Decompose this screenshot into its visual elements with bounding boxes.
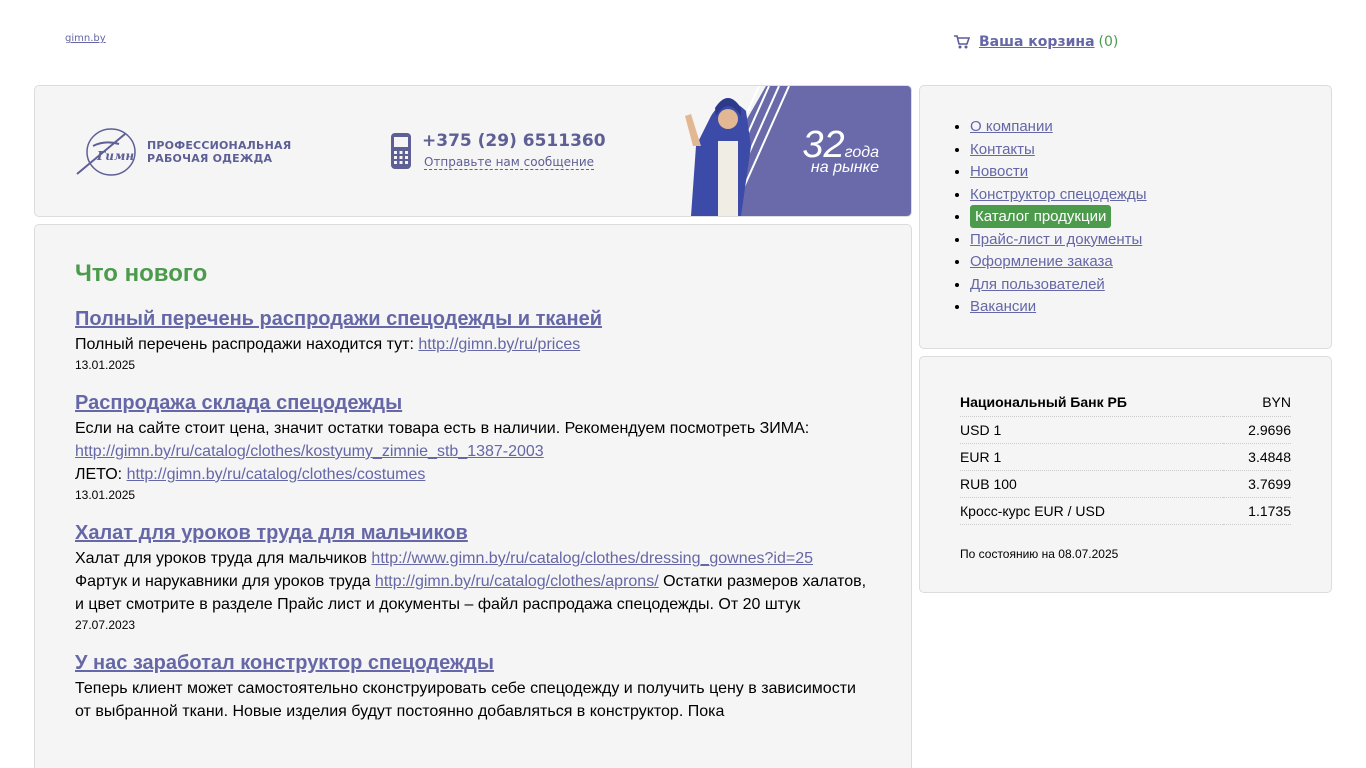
menu-link-news[interactable]: Новости bbox=[970, 163, 1028, 180]
mobile-phone-icon bbox=[391, 132, 411, 169]
site-home-link[interactable]: gimn.by bbox=[65, 33, 106, 44]
news-item-link[interactable]: http://gimn.by/ru/catalog/clothes/costum… bbox=[127, 466, 426, 483]
news-item-title[interactable]: Распродажа склада спецодежды bbox=[75, 392, 402, 415]
table-row: USD 1 2.9696 bbox=[960, 416, 1291, 444]
send-message-link[interactable]: Отправьте нам сообщение bbox=[424, 155, 595, 170]
rates-header-row: Национальный Банк РБ BYN bbox=[960, 389, 1291, 417]
menu-link-users[interactable]: Для пользователей bbox=[970, 276, 1105, 293]
menu-link-about[interactable]: О компании bbox=[970, 118, 1053, 135]
menu-link-contacts[interactable]: Контакты bbox=[970, 141, 1035, 158]
news-item-link[interactable]: http://gimn.by/ru/catalog/clothes/kostyu… bbox=[75, 443, 544, 460]
rates-source: Национальный Банк РБ bbox=[960, 389, 1224, 417]
cart-icon bbox=[954, 35, 971, 49]
news-section: Что нового Полный перечень распродажи сп… bbox=[34, 224, 912, 768]
news-item: У нас заработал конструктор спецодежды Т… bbox=[75, 652, 871, 723]
rates-date: По состоянию на 08.07.2025 bbox=[960, 546, 1119, 561]
news-item-title[interactable]: Халат для уроков труда для мальчиков bbox=[75, 522, 468, 545]
cart-link[interactable]: Ваша корзина bbox=[979, 34, 1095, 50]
menu-item-pricelist: Прайс-лист и документы bbox=[970, 229, 1291, 252]
news-item-date: 13.01.2025 bbox=[75, 488, 136, 502]
rates-currency: BYN bbox=[1223, 389, 1291, 417]
phone-block: +375 (29) 6511360 Отправьте нам сообщени… bbox=[390, 131, 606, 170]
exchange-rates: Национальный Банк РБ BYN USD 1 2.9696 EU… bbox=[919, 356, 1332, 593]
banner-market-text: на рынке bbox=[810, 159, 879, 176]
menu-item-about: О компании bbox=[970, 116, 1291, 139]
news-item-text: Халат для уроков труда для мальчиков htt… bbox=[75, 550, 867, 613]
menu-link-vacancies[interactable]: Вакансии bbox=[970, 298, 1036, 315]
menu-link-order[interactable]: Оформление заказа bbox=[970, 253, 1113, 270]
rate-value: 1.1735 bbox=[1223, 497, 1291, 525]
news-item-title[interactable]: Полный перечень распродажи спецодежды и … bbox=[75, 308, 602, 331]
news-item-text: Если на сайте стоит цена, значит остатки… bbox=[75, 420, 810, 483]
logo-line-1: ПРОФЕССИОНАЛЬНАЯ bbox=[147, 139, 292, 152]
menu-link-pricelist[interactable]: Прайс-лист и документы bbox=[970, 231, 1142, 248]
news-item: Распродажа склада спецодежды Если на сай… bbox=[75, 392, 871, 502]
table-row: EUR 1 3.4848 bbox=[960, 443, 1291, 471]
rate-name: EUR 1 bbox=[960, 443, 1224, 471]
menu-link-constructor[interactable]: Конструктор спецодежды bbox=[970, 186, 1147, 203]
rates-table: Национальный Банк РБ BYN USD 1 2.9696 EU… bbox=[960, 389, 1291, 525]
rate-value: 3.7699 bbox=[1223, 470, 1291, 498]
logo[interactable]: Гимн ПРОФЕССИОНАЛЬНАЯ РАБОЧАЯ ОДЕЖДА bbox=[75, 126, 291, 178]
menu-link-catalog[interactable]: Каталог продукции bbox=[970, 205, 1112, 228]
news-item-link[interactable]: http://gimn.by/ru/prices bbox=[418, 336, 580, 353]
phone-number: +375 (29) 6511360 bbox=[422, 131, 606, 151]
svg-text:Гимн: Гимн bbox=[96, 149, 134, 163]
menu-item-vacancies: Вакансии bbox=[970, 296, 1291, 319]
news-item-date: 13.01.2025 bbox=[75, 358, 136, 372]
menu-item-order: Оформление заказа bbox=[970, 251, 1291, 274]
site-header: Гимн ПРОФЕССИОНАЛЬНАЯ РАБОЧАЯ ОДЕЖДА +37… bbox=[34, 85, 912, 217]
news-item: Халат для уроков труда для мальчиков Хал… bbox=[75, 522, 871, 632]
news-item-text: Полный перечень распродажи находится тут… bbox=[75, 336, 581, 353]
news-heading: Что нового bbox=[75, 260, 208, 287]
news-item: Полный перечень распродажи спецодежды и … bbox=[75, 308, 871, 372]
table-row: Кросс-курс EUR / USD 1.1735 bbox=[960, 497, 1291, 525]
table-row: RUB 100 3.7699 bbox=[960, 470, 1291, 498]
cart[interactable]: Ваша корзина (0) bbox=[953, 34, 1118, 50]
logo-icon: Гимн bbox=[76, 128, 136, 176]
menu-item-catalog: Каталог продукции bbox=[970, 205, 1291, 229]
menu-item-news: Новости bbox=[970, 161, 1291, 184]
news-item-title[interactable]: У нас заработал конструктор спецодежды bbox=[75, 652, 494, 675]
menu-item-contacts: Контакты bbox=[970, 139, 1291, 162]
news-item-link[interactable]: http://gimn.by/ru/catalog/clothes/aprons… bbox=[375, 573, 659, 590]
logo-line-2: РАБОЧАЯ ОДЕЖДА bbox=[147, 152, 273, 165]
news-item-text: Теперь клиент может самостоятельно сконс… bbox=[75, 680, 856, 720]
main-menu: О компании Контакты Новости Конструктор … bbox=[919, 85, 1332, 349]
rate-value: 2.9696 bbox=[1223, 416, 1291, 444]
news-item-link[interactable]: http://www.gimn.by/ru/catalog/clothes/dr… bbox=[371, 550, 813, 567]
rate-name: Кросс-курс EUR / USD bbox=[960, 497, 1224, 525]
news-item-date: 27.07.2023 bbox=[75, 618, 136, 632]
menu-item-constructor: Конструктор спецодежды bbox=[970, 184, 1291, 207]
menu-item-users: Для пользователей bbox=[970, 274, 1291, 297]
cart-count: (0) bbox=[1098, 34, 1119, 50]
rate-value: 3.4848 bbox=[1223, 443, 1291, 471]
rate-name: USD 1 bbox=[960, 416, 1224, 444]
rate-name: RUB 100 bbox=[960, 470, 1224, 498]
